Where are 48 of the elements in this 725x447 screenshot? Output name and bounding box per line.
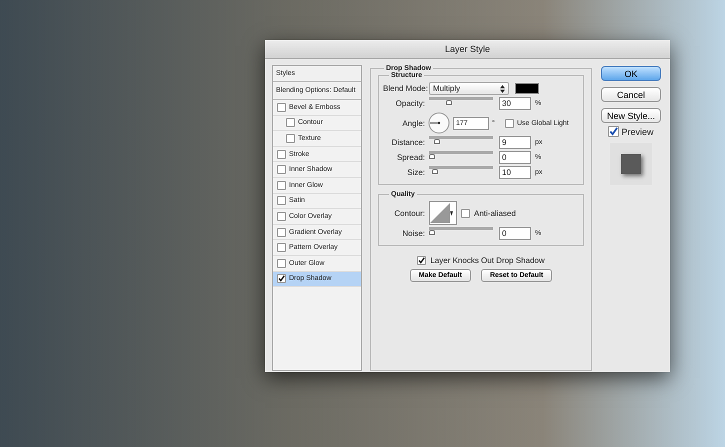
value-field[interactable]: 10 [499,166,531,179]
checkbox[interactable] [277,150,286,159]
checkbox[interactable] [286,118,295,128]
preview-thumbnail [610,143,652,185]
value-field[interactable]: 0 [499,151,531,164]
checkbox[interactable] [277,102,286,112]
contour-picker[interactable] [429,201,457,225]
checkbox[interactable] [277,180,286,190]
checkbox[interactable] [417,256,426,265]
new-style-button[interactable]: New Style... [601,108,661,123]
field-label: Distance: [390,138,425,147]
checkbox[interactable] [277,243,286,252]
checkbox[interactable] [277,196,286,206]
field-label: Spread: [396,153,425,162]
checkbox[interactable] [461,208,470,218]
checkbox[interactable] [505,118,514,128]
window-title: Layer Style [265,40,670,59]
stepper-icon [500,84,505,92]
cancel-button[interactable]: Cancel [601,87,661,102]
checkbox-label: Layer Knocks Out Drop Shadow [430,256,545,265]
field-label: Contour: [393,208,425,218]
checkbox[interactable] [277,165,286,174]
field-label: Angle: [401,118,425,128]
shadow-color-swatch[interactable] [515,83,539,94]
checkbox[interactable] [286,134,295,143]
field-label: Size: [406,168,425,177]
checkbox-label: Preview [621,126,654,136]
checkbox[interactable] [277,258,286,268]
checkbox[interactable] [277,274,286,284]
field-label: Noise: [401,229,425,238]
slider-thumb[interactable] [446,100,452,105]
checkbox[interactable] [277,212,286,221]
contour-curve-icon [430,203,450,223]
blend-mode-dropdown[interactable]: Multiply [429,82,509,95]
field-label: Blend Mode: [383,84,425,93]
slider-thumb[interactable] [432,169,438,174]
value-field[interactable]: 0 [499,227,531,240]
slider-thumb[interactable] [429,154,435,159]
field-label: Opacity: [394,99,425,108]
checkbox[interactable] [608,126,620,137]
checkbox[interactable] [277,228,286,237]
value-field[interactable]: 30 [499,97,531,110]
value-field[interactable]: 9 [499,136,531,149]
slider-thumb[interactable] [434,139,440,144]
slider-thumb[interactable] [429,230,435,235]
angle-dial-icon[interactable] [428,112,450,134]
checkbox-label: Anti-aliased [474,208,516,218]
ok-button[interactable]: OK [601,66,661,81]
